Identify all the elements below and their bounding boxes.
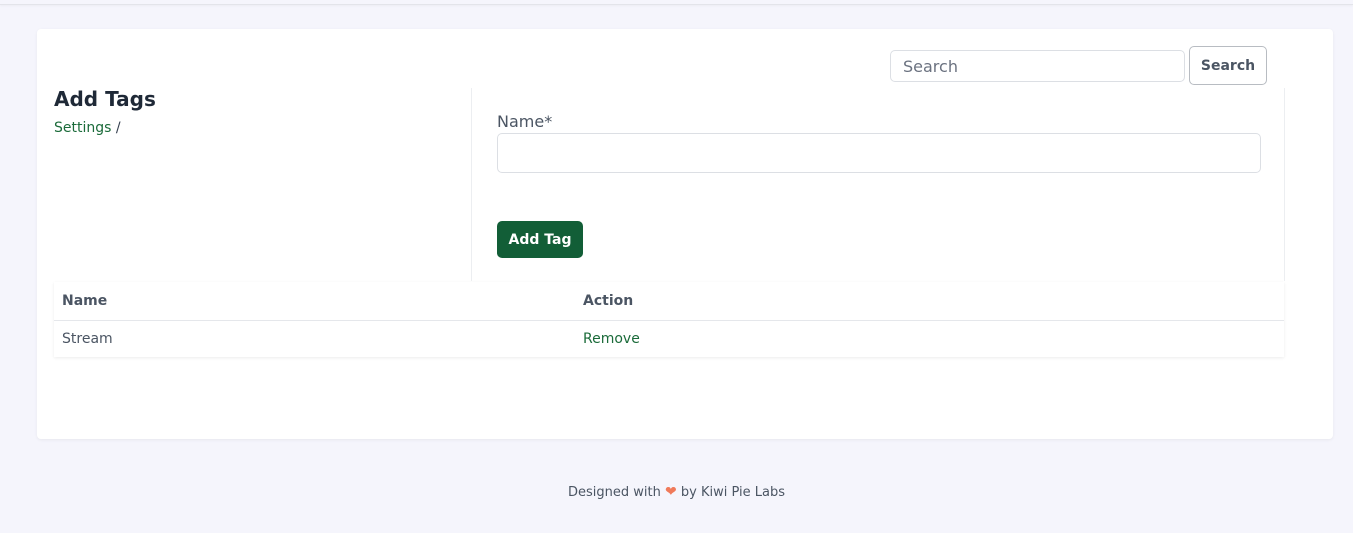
table-header-row: Name Action [54,282,1284,321]
table-row: Stream Remove [54,320,1284,357]
heart-icon: ❤ [665,484,677,500]
breadcrumb: Settings / [54,120,121,136]
remove-link[interactable]: Remove [583,331,640,347]
search-button[interactable]: Search [1189,46,1267,85]
top-bar [0,0,1353,5]
column-header-name: Name [54,282,575,321]
search-input[interactable] [890,50,1185,82]
breadcrumb-separator: / [111,120,121,136]
page-title: Add Tags [54,87,156,111]
column-header-action: Action [575,282,1284,321]
footer: Designed with ❤ by Kiwi Pie Labs [0,484,1353,500]
footer-suffix: by Kiwi Pie Labs [680,485,785,500]
footer-prefix: Designed with [568,485,661,500]
action-cell: Remove [575,320,1284,357]
add-tag-button[interactable]: Add Tag [497,221,583,258]
main-card: Search Add Tags Settings / Name* Add Tag… [37,29,1333,439]
tags-table: Name Action Stream Remove [54,282,1284,357]
breadcrumb-link-settings[interactable]: Settings [54,120,111,136]
name-input[interactable] [497,133,1261,173]
name-label: Name* [497,112,553,131]
add-tag-form: Name* Add Tag [471,88,1285,281]
tag-name-cell: Stream [62,330,113,347]
